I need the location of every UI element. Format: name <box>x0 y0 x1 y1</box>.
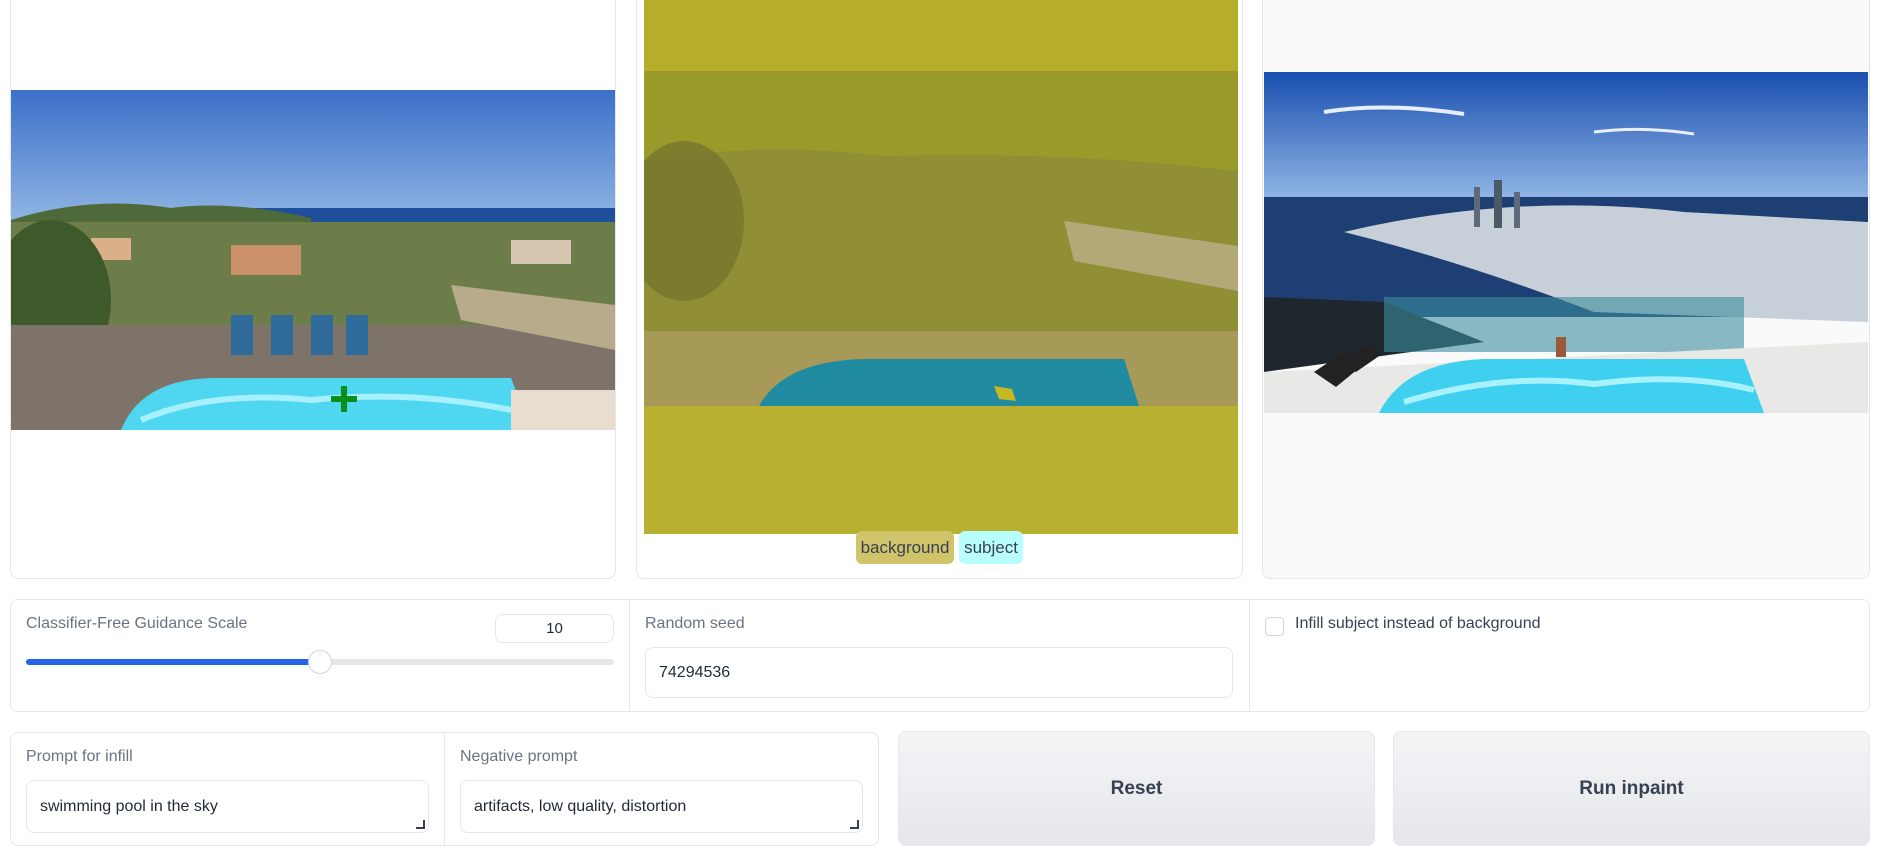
infill-prompt-input[interactable]: swimming pool in the sky <box>26 780 429 833</box>
negative-prompt-input[interactable]: artifacts, low quality, distortion <box>460 780 863 833</box>
guidance-scale-number-input[interactable]: 10 <box>495 614 614 643</box>
guidance-scale-slider-thumb[interactable] <box>308 650 332 674</box>
output-photo-graphic <box>1264 72 1868 413</box>
input-photo-graphic <box>11 90 615 430</box>
run-inpaint-button[interactable]: Run inpaint <box>1393 731 1870 846</box>
output-image-panel[interactable] <box>1262 0 1870 579</box>
guidance-scale-slider[interactable] <box>26 650 614 674</box>
guidance-scale-slider-fill <box>26 659 320 665</box>
negative-prompt-label: Negative prompt <box>460 748 578 765</box>
input-image[interactable] <box>11 90 615 430</box>
mask-graphic <box>644 0 1238 534</box>
controls-divider-1 <box>629 600 630 711</box>
infill-subject-label[interactable]: Infill subject instead of background <box>1295 615 1540 633</box>
legend-subject-chip[interactable]: subject <box>959 531 1023 564</box>
infill-prompt-label: Prompt for infill <box>26 748 133 765</box>
mask-image <box>644 0 1238 534</box>
prompts-divider <box>444 733 445 845</box>
controls-divider-2 <box>1249 600 1250 711</box>
negative-prompt-resize-handle[interactable] <box>850 820 859 829</box>
input-image-panel[interactable] <box>10 0 616 579</box>
random-seed-input[interactable]: 74294536 <box>645 647 1233 698</box>
guidance-scale-label: Classifier-Free Guidance Scale <box>26 615 248 632</box>
infill-prompt-resize-handle[interactable] <box>416 820 425 829</box>
mask-panel: background subject <box>636 0 1243 579</box>
random-seed-label: Random seed <box>645 615 745 632</box>
reset-button[interactable]: Reset <box>898 731 1375 846</box>
legend-background-chip[interactable]: background <box>856 531 954 564</box>
output-image[interactable] <box>1264 72 1868 413</box>
infill-subject-checkbox[interactable] <box>1265 617 1284 636</box>
